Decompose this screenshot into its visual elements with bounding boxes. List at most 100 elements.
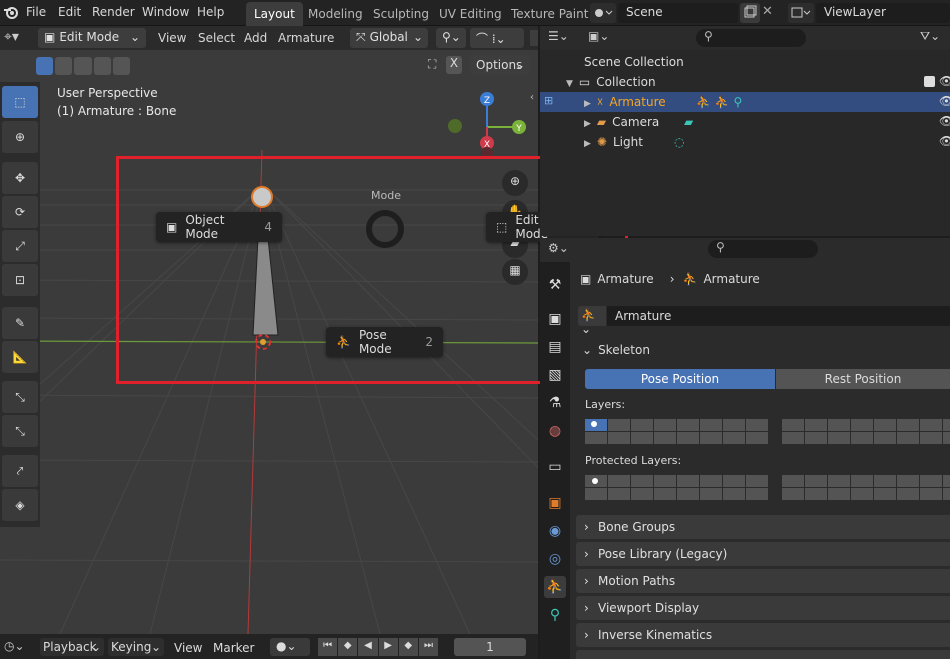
timeline-marker-menu[interactable]: Marker	[213, 641, 254, 655]
display-mode-icon[interactable]: ▣⌄	[588, 29, 618, 47]
options-dropdown[interactable]: Options ⌄	[470, 55, 530, 75]
outliner-collection[interactable]: ▼ ▭ Collection 👁	[540, 72, 950, 92]
eye-icon[interactable]: 👁	[939, 74, 950, 88]
panel-motion-paths[interactable]: › Motion Paths	[576, 569, 950, 593]
gizmo-x[interactable]: X	[484, 140, 490, 150]
pivot-point-icon[interactable]: ⚲⌄	[436, 28, 466, 48]
panel-bone-groups[interactable]: › Bone Groups	[576, 515, 950, 539]
play-reverse-icon[interactable]: ◀	[358, 638, 378, 656]
timeline-view-menu[interactable]: View	[174, 641, 202, 655]
view-layer-tab-icon[interactable]: ▧	[544, 364, 566, 386]
bone-tab-icon[interactable]: ⚲	[544, 604, 566, 626]
layers-grid-left[interactable]	[585, 419, 768, 444]
play-icon[interactable]: ▶	[378, 638, 398, 656]
object-type-visibility-icon[interactable]: ⛶	[428, 57, 444, 73]
panel-pose-library[interactable]: › Pose Library (Legacy)	[576, 542, 950, 566]
copy-scene-icon[interactable]	[740, 3, 760, 23]
menu-file[interactable]: File	[26, 5, 46, 19]
panel-viewport-display[interactable]: › Viewport Display	[576, 596, 950, 620]
eye-icon[interactable]: 👁	[939, 134, 950, 148]
gizmo-z[interactable]: Z	[484, 96, 490, 106]
outliner-item-camera[interactable]: ▶ ▰ Camera ▰ 👁	[540, 112, 950, 132]
bone-envelope-tool-icon[interactable]: ◈	[2, 489, 38, 521]
menu-view[interactable]: View	[158, 31, 186, 45]
scene-name-field[interactable]: Scene	[618, 3, 738, 23]
select-box-tool-icon[interactable]: ⬚	[2, 86, 38, 118]
scene-selector-icon[interactable]	[590, 3, 616, 23]
close-x-icon[interactable]: X	[446, 56, 462, 74]
rotate-tool-icon[interactable]: ⟳	[2, 196, 38, 228]
constraints-tab-icon[interactable]: ◉	[544, 520, 566, 542]
filter-icon[interactable]: ⛛⌄	[920, 29, 950, 47]
current-frame-field[interactable]: 1	[454, 638, 526, 656]
outliner-item-light[interactable]: ▶ ✺ Light ◌ 👁	[540, 132, 950, 152]
layers-grid-right[interactable]	[782, 419, 950, 444]
workspace-tab-uv-editing[interactable]: UV Editing	[431, 2, 510, 26]
next-keyframe-icon[interactable]: ◆	[398, 638, 418, 656]
measure-tool-icon[interactable]: 📐	[2, 341, 38, 373]
cursor-tool-icon[interactable]: ⊕	[2, 121, 38, 153]
record-icon[interactable]: ●⌄	[270, 638, 310, 656]
bone-size-tool-icon[interactable]: ⤡	[2, 415, 38, 447]
expand-arrow-icon[interactable]: ▶	[584, 99, 591, 109]
workspace-tab-modeling[interactable]: Modeling	[300, 2, 371, 26]
render-tab-icon[interactable]: ▣	[544, 308, 566, 330]
editor-type-icon[interactable]: ⌖▾	[4, 29, 32, 47]
blender-logo-icon[interactable]	[3, 4, 19, 20]
checkbox-icon[interactable]	[924, 76, 935, 87]
outliner-search-icon[interactable]: ⚲	[696, 29, 806, 47]
navigation-gizmo[interactable]: Z Y X	[444, 90, 532, 160]
outliner-editor-icon[interactable]: ☰⌄	[548, 29, 578, 47]
sidebar-toggle-icon[interactable]: ‹	[530, 92, 538, 104]
select-new-icon[interactable]	[36, 57, 54, 75]
outliner-item-armature[interactable]: ▶ ☓ Armature ⛹ ⛹ ⚲ 👁	[540, 92, 950, 112]
extrude-tool-icon[interactable]: ⤤	[2, 455, 38, 487]
menu-armature[interactable]: Armature	[278, 31, 334, 45]
eye-icon[interactable]: 👁	[939, 94, 950, 108]
expand-arrow-icon[interactable]: ▼	[566, 79, 573, 89]
workspace-tab-texture-paint[interactable]: Texture Paint	[503, 2, 596, 26]
menu-help[interactable]: Help	[197, 5, 224, 19]
view-layer-selector-icon[interactable]	[788, 3, 814, 23]
world-tab-icon[interactable]: ◍	[544, 420, 566, 442]
armature-data-tab-icon[interactable]: ⛹	[544, 576, 566, 598]
skeleton-panel-header[interactable]: ⌄ Skeleton	[576, 338, 950, 362]
menu-window[interactable]: Window	[142, 5, 189, 19]
object-tab-icon[interactable]: ▣	[544, 492, 566, 514]
expand-arrow-icon[interactable]: ▶	[584, 139, 591, 149]
prev-keyframe-icon[interactable]: ◆	[338, 638, 358, 656]
scale-tool-icon[interactable]: ⤢	[2, 230, 38, 262]
mode-dropdown[interactable]: ▣ Edit Mode ⌄	[38, 28, 146, 48]
data-name-field[interactable]: Armature	[607, 306, 950, 326]
keying-dropdown[interactable]: Keying ⌄	[108, 638, 164, 656]
annotate-tool-icon[interactable]: ✎	[2, 307, 38, 339]
roll-tool-icon[interactable]: ⤡	[2, 381, 38, 413]
scene-tab-icon[interactable]: ⚗	[544, 392, 566, 414]
menu-edit[interactable]: Edit	[58, 5, 81, 19]
view-layer-field[interactable]: ViewLayer	[816, 3, 950, 23]
move-tool-icon[interactable]: ✥	[2, 162, 38, 194]
select-invert-icon[interactable]	[93, 57, 111, 75]
physics-tab-icon[interactable]: ◎	[544, 548, 566, 570]
properties-search-icon[interactable]: ⚲	[708, 240, 818, 258]
playback-dropdown[interactable]: Playback ⌄	[40, 638, 104, 656]
properties-editor-icon[interactable]: ⚙⌄	[548, 241, 578, 259]
menu-select[interactable]: Select	[198, 31, 235, 45]
pose-position-button[interactable]: Pose Position	[585, 369, 775, 389]
data-browse-icon[interactable]: ⛹⌄	[578, 306, 606, 336]
transform-tool-icon[interactable]: ⊡	[2, 264, 38, 296]
outliner-scene-collection[interactable]: Scene Collection	[540, 52, 950, 72]
transform-orientation-dropdown[interactable]: ⤧ Global ⌄	[350, 28, 428, 48]
jump-end-icon[interactable]: ⏭	[418, 638, 439, 656]
close-scene-icon[interactable]: ✕	[762, 3, 778, 23]
rest-position-button[interactable]: Rest Position	[776, 369, 950, 389]
output-tab-icon[interactable]: ▤	[544, 336, 566, 358]
workspace-tab-layout[interactable]: Layout	[246, 2, 303, 26]
expand-arrow-icon[interactable]: ▶	[584, 119, 591, 129]
protected-layers-grid-left[interactable]	[585, 475, 768, 500]
menu-render[interactable]: Render	[92, 5, 135, 19]
eye-icon[interactable]: 👁	[939, 114, 950, 128]
collection-tab-icon[interactable]: ▭	[544, 456, 566, 478]
select-subtract-icon[interactable]	[74, 57, 92, 75]
protected-layers-grid-right[interactable]	[782, 475, 950, 500]
